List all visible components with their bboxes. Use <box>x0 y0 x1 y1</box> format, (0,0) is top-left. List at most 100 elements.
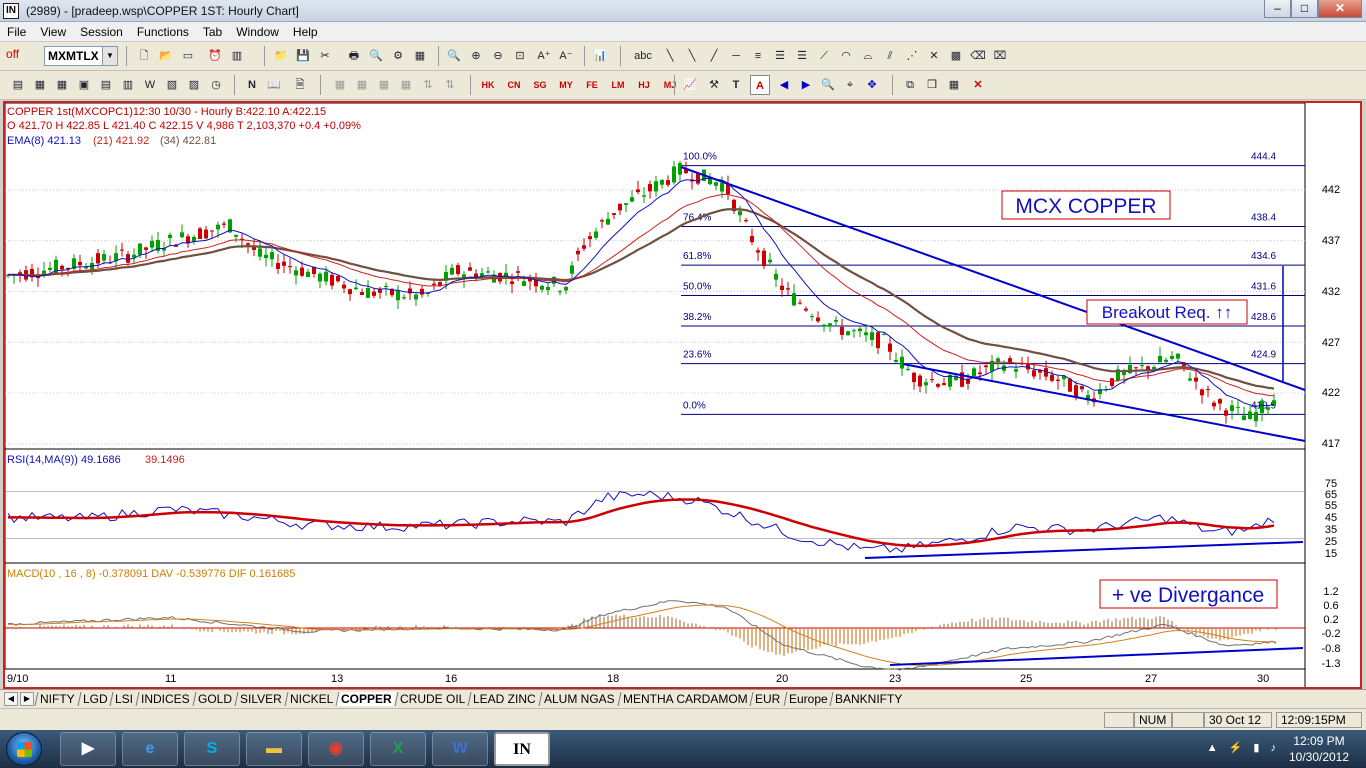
copy-icon[interactable]: ⧉ <box>900 75 920 95</box>
excel-icon[interactable]: X <box>370 732 426 766</box>
calculator-icon[interactable]: ▥ <box>118 75 138 95</box>
eraser-icon[interactable]: ⌫ <box>968 46 988 66</box>
open-icon[interactable]: 📁 <box>271 46 291 66</box>
tab-crude-oil[interactable]: CRUDE OIL <box>394 692 470 706</box>
menu-functions[interactable]: Functions <box>130 22 196 41</box>
font-smaller-icon[interactable]: A⁻ <box>556 46 576 66</box>
arrow-left-icon[interactable]: ◀ <box>774 75 794 95</box>
move-icon[interactable]: ✥ <box>862 75 882 95</box>
menu-view[interactable]: View <box>33 22 73 41</box>
text-tool-icon[interactable]: T <box>726 75 746 95</box>
market-fe-button[interactable]: FE <box>582 75 602 95</box>
inactive-tool-icon[interactable]: ▦ <box>330 75 350 95</box>
tab-eur[interactable]: EUR <box>749 692 786 706</box>
tab-gold[interactable]: GOLD <box>192 692 237 706</box>
market-hj-button[interactable]: HJ <box>634 75 654 95</box>
market-my-button[interactable]: MY <box>556 75 576 95</box>
chart-icon[interactable]: 📊 <box>590 46 610 66</box>
tab-lsi[interactable]: LSI <box>109 692 138 706</box>
start-button[interactable] <box>6 732 42 766</box>
trading-app-taskbar-button[interactable]: IN <box>494 732 550 766</box>
layout-icon[interactable]: ▥ <box>227 46 247 66</box>
pattern-tool-icon[interactable]: ▩ <box>946 46 966 66</box>
market-lm-button[interactable]: LM <box>608 75 628 95</box>
settings-icon[interactable]: ⚙ <box>388 46 408 66</box>
list-icon[interactable]: ▤ <box>96 75 116 95</box>
menu-tab[interactable]: Tab <box>196 22 229 41</box>
sort-icon[interactable]: ⇅ <box>440 75 460 95</box>
mini-chart-icon[interactable]: ▣ <box>74 75 94 95</box>
speed-tool-icon[interactable]: ⫽ <box>880 46 900 66</box>
print-icon[interactable]: 🖶 <box>344 46 364 66</box>
tab-nickel[interactable]: NICKEL <box>284 692 338 706</box>
menu-session[interactable]: Session <box>73 22 130 41</box>
sort-icon[interactable]: ⇅ <box>418 75 438 95</box>
cycle-tool-icon[interactable]: ⌓ <box>858 46 878 66</box>
cross-tool-icon[interactable]: ✕ <box>924 46 944 66</box>
table-icon[interactable]: ▦ <box>30 75 50 95</box>
internet-explorer-icon[interactable]: e <box>122 732 178 766</box>
menu-help[interactable]: Help <box>286 22 325 41</box>
market-hk-button[interactable]: HK <box>478 75 498 95</box>
arc-tool-icon[interactable]: ◠ <box>836 46 856 66</box>
tile-icon[interactable]: ▦ <box>944 75 964 95</box>
chart-canvas[interactable]: 100.0% 444.476.4% 438.461.8% 434.650.0% 431.… <box>4 102 1360 687</box>
off-button[interactable]: off <box>6 47 19 61</box>
tab-lead-zinc[interactable]: LEAD ZINC <box>467 692 541 706</box>
hline-tool-icon[interactable]: ─ <box>726 46 746 66</box>
tools-icon[interactable]: ⚒ <box>704 75 724 95</box>
tab-banknifty[interactable]: BANKNIFTY <box>829 692 908 706</box>
tab-alum-ngas[interactable]: ALUM NGAS <box>538 692 620 706</box>
menu-file[interactable]: File <box>0 22 33 41</box>
font-larger-icon[interactable]: A⁺ <box>534 46 554 66</box>
system-tray-icons[interactable]: ▲ ⚡ ▮ ♪ <box>1207 741 1280 754</box>
tab-lgd[interactable]: LGD <box>77 692 112 706</box>
book-icon[interactable]: 📖 <box>264 75 284 95</box>
inactive-tool-icon[interactable]: ▦ <box>374 75 394 95</box>
levels-tool-icon[interactable]: ☰ <box>792 46 812 66</box>
calendar-icon[interactable]: ▨ <box>184 75 204 95</box>
close-button[interactable]: ✕ <box>1318 0 1362 18</box>
grid-icon[interactable]: ▦ <box>410 46 430 66</box>
window-icon[interactable]: ▭ <box>178 46 198 66</box>
text-color-tool-icon[interactable]: A <box>750 75 770 95</box>
tab-nifty[interactable]: NIFTY <box>34 692 80 706</box>
slash-tool-icon[interactable]: ╱ <box>704 46 724 66</box>
trend-chart-icon[interactable]: 📈 <box>680 75 700 95</box>
market-mj-button[interactable]: MJ <box>660 75 680 95</box>
grid-icon[interactable]: ▦ <box>52 75 72 95</box>
file-explorer-icon[interactable]: ▬ <box>246 732 302 766</box>
save-icon[interactable]: 💾 <box>293 46 313 66</box>
open-folder-icon[interactable]: 📂 <box>156 46 176 66</box>
windows-icon[interactable]: ❐ <box>922 75 942 95</box>
chrome-icon[interactable]: ◉ <box>308 732 364 766</box>
chevron-down-icon[interactable]: ▼ <box>102 47 117 65</box>
tab-indices[interactable]: INDICES <box>135 692 195 706</box>
wave-icon[interactable]: W <box>140 75 160 95</box>
zoom-chart-icon[interactable]: 🔍 <box>818 75 838 95</box>
symbol-combo[interactable]: MXMTLX ▼ <box>44 46 118 66</box>
line-tool-icon[interactable]: ╲ <box>660 46 680 66</box>
media-player-icon[interactable]: ▶ <box>60 732 116 766</box>
preview-icon[interactable]: 🔍 <box>366 46 386 66</box>
search-icon[interactable]: 🔍 <box>444 46 464 66</box>
close-chart-icon[interactable]: ✕ <box>968 75 988 95</box>
fit-icon[interactable]: ⊡ <box>510 46 530 66</box>
market-cn-button[interactable]: CN <box>504 75 524 95</box>
inactive-tool-icon[interactable]: ▦ <box>352 75 372 95</box>
alarm-icon[interactable]: ⏰ <box>205 46 225 66</box>
quote-icon[interactable]: ▤ <box>8 75 28 95</box>
cut-icon[interactable]: ✂ <box>315 46 335 66</box>
clock-icon[interactable]: ◷ <box>206 75 226 95</box>
system-clock[interactable]: 12:09 PM 10/30/2012 <box>1282 733 1356 765</box>
zoom-in-icon[interactable]: ⊕ <box>466 46 486 66</box>
fan-tool-icon[interactable]: ⋰ <box>902 46 922 66</box>
tab-prev-icon[interactable]: ◀ <box>4 692 18 706</box>
market-sg-button[interactable]: SG <box>530 75 550 95</box>
n-icon[interactable]: N <box>242 75 262 95</box>
menu-window[interactable]: Window <box>229 22 286 41</box>
gann-tool-icon[interactable]: ⟋ <box>814 46 834 66</box>
tab-next-icon[interactable]: ▶ <box>20 692 34 706</box>
ray-tool-icon[interactable]: ╲ <box>682 46 702 66</box>
tab-silver[interactable]: SILVER <box>234 692 287 706</box>
